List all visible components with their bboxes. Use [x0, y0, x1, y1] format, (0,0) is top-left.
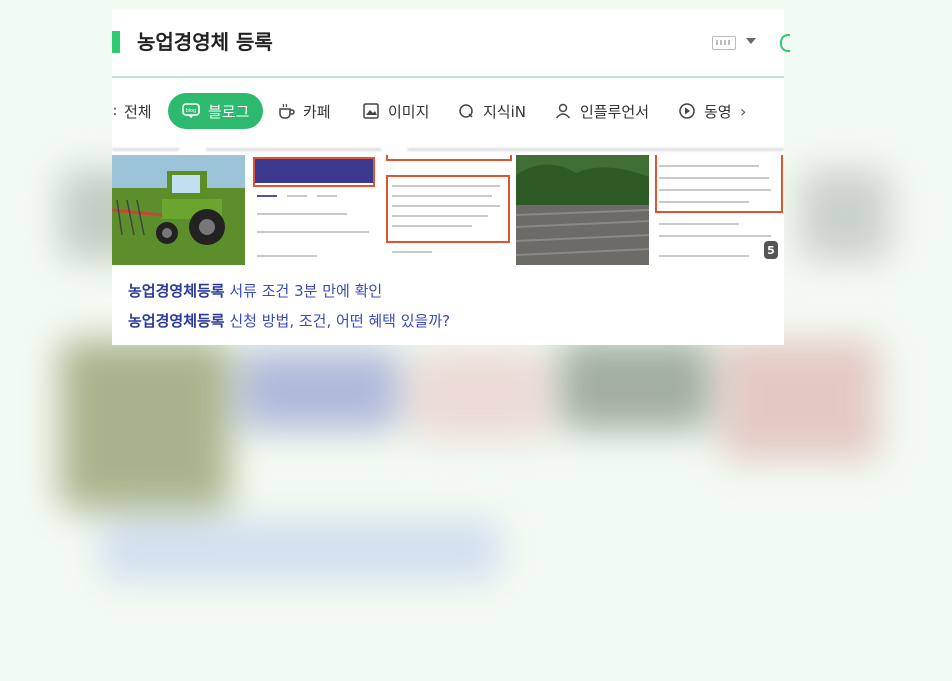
result-title: 서류 조건 3분 만에 확인 [224, 282, 383, 300]
search-button-edge[interactable] [780, 34, 790, 52]
tab-label: 카페 [303, 102, 331, 121]
tab-blog[interactable]: blog 블로그 [168, 93, 264, 129]
blog-icon: blog [182, 102, 200, 120]
cafe-icon [277, 102, 295, 120]
image-count-badge: 5 [763, 241, 778, 259]
tab-bar: : 전체 blog 블로그 카페 이미지 지식iN 인플루언서 동영 › [112, 78, 784, 144]
tab-cafe[interactable]: 카페 [277, 93, 331, 129]
blog-screenshot-3[interactable]: 5 [651, 155, 784, 265]
tab-image[interactable]: 이미지 [362, 93, 429, 129]
result-link[interactable]: 농업경영체등록 서류 조건 3분 만에 확인 [128, 276, 768, 306]
result-keyword: 농업경영체등록 [128, 312, 225, 330]
chevron-right-icon[interactable]: › [740, 102, 746, 121]
page-title: 농업경영체 등록 [137, 30, 273, 54]
tab-knowledge[interactable]: 지식iN [457, 93, 526, 129]
influencer-icon [554, 102, 572, 120]
field-photo[interactable] [516, 155, 650, 265]
tab-label: 지식iN [483, 102, 526, 121]
image-strip: 5 [112, 155, 784, 265]
knowledge-icon [457, 102, 475, 120]
tab-label: 블로그 [208, 102, 250, 121]
blog-screenshot-1[interactable] [246, 155, 380, 265]
search-result-card: 농업경영체 등록 : 전체 blog 블로그 카페 이미지 지식iN 인플루언서… [112, 10, 790, 345]
image-icon [362, 102, 380, 120]
tab-label: 인플루언서 [580, 102, 650, 121]
tab-all[interactable]: : 전체 [112, 93, 152, 129]
tab-label: 전체 [124, 102, 152, 121]
blog-screenshot-2[interactable] [381, 155, 515, 265]
result-keyword: 농업경영체등록 [128, 282, 225, 300]
all-icon: : [112, 103, 118, 119]
result-list: 농업경영체등록 서류 조건 3분 만에 확인 농업경영체등록 신청 방법, 조건… [128, 276, 768, 336]
result-link[interactable]: 농업경영체등록 신청 방법, 조건, 어떤 혜택 있을까? [128, 306, 768, 336]
blurred-text-line [112, 142, 784, 156]
result-title: 신청 방법, 조건, 어떤 혜택 있을까? [224, 312, 451, 330]
tab-label: 이미지 [388, 102, 430, 121]
svg-text:blog: blog [186, 108, 197, 114]
search-header: 농업경영체 등록 [112, 10, 790, 78]
tab-video[interactable]: 동영 [678, 93, 732, 129]
accent-bar [112, 31, 120, 53]
video-icon [678, 102, 696, 120]
tractor-photo[interactable] [112, 155, 245, 265]
chevron-down-icon[interactable] [746, 38, 756, 44]
tab-influencer[interactable]: 인플루언서 [554, 93, 649, 129]
tab-label: 동영 [704, 102, 732, 121]
keyboard-icon[interactable] [712, 36, 736, 50]
